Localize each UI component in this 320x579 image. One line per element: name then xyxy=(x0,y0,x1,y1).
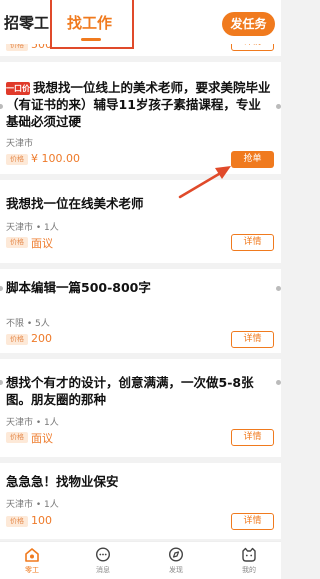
price-label-tag: 价格 xyxy=(6,237,28,248)
job-card[interactable]: 我想找一位在线美术老师 天津市 • 1人 价格 面议 详情 xyxy=(0,180,281,263)
price-label-tag: 价格 xyxy=(6,44,28,51)
price-label-tag: 价格 xyxy=(6,154,28,165)
detail-button[interactable]: 详情 xyxy=(231,513,274,530)
grab-order-button[interactable]: 抢单 xyxy=(231,151,274,168)
chat-icon xyxy=(95,547,111,562)
job-title: 我想找一位在线美术老师 xyxy=(6,196,144,211)
price-value: 200 xyxy=(31,332,52,345)
active-tab-indicator xyxy=(81,38,101,41)
scroll-dot xyxy=(276,380,281,385)
tab-messages[interactable]: 消息 xyxy=(78,546,128,575)
cat-face-icon xyxy=(242,547,256,562)
detail-button[interactable]: 详情 xyxy=(231,331,274,348)
job-location: 天津市 • 1人 xyxy=(6,223,59,233)
job-card[interactable]: 一口价 我想找一位线上的美术老师，要求美院毕业（有证书的来）辅导11岁孩子素描课程… xyxy=(0,62,281,174)
price-value: 面议 xyxy=(31,237,53,250)
detail-button[interactable]: 详情 xyxy=(231,44,274,51)
detail-button[interactable]: 详情 xyxy=(231,234,274,251)
price-label-tag: 价格 xyxy=(6,432,28,443)
job-title: 急急急！找物业保安 xyxy=(6,474,119,489)
job-location: 不限 • 5人 xyxy=(6,319,50,329)
tab-find-work[interactable]: 找工作 xyxy=(67,12,112,33)
job-location: 天津市 • 1人 xyxy=(6,500,59,510)
bottom-tab-bar: 零工 消息 发现 我的 xyxy=(0,541,281,579)
job-title: 想找个有才的设计，创意满满，一次做5-8张图。朋友圈的那种 xyxy=(6,375,254,407)
tab-discover[interactable]: 发现 xyxy=(151,546,201,575)
detail-button[interactable]: 详情 xyxy=(231,429,274,446)
tab-label: 零工 xyxy=(25,566,39,574)
job-title: 一口价 我想找一位线上的美术老师，要求美院毕业（有证书的来）辅导11岁孩子素描课程… xyxy=(6,79,273,130)
compass-icon xyxy=(168,547,184,562)
job-title-text: 我想找一位线上的美术老师，要求美院毕业（有证书的来）辅导11岁孩子素描课程，专业… xyxy=(6,80,271,129)
tab-gig-work[interactable]: 零工 xyxy=(7,546,57,575)
scroll-dot xyxy=(276,286,281,291)
job-card[interactable]: 想找个有才的设计，创意满满，一次做5-8张图。朋友圈的那种 天津市 • 1人 价… xyxy=(0,359,281,457)
job-location: 天津市 • 1人 xyxy=(6,418,59,428)
scroll-dot xyxy=(276,104,281,109)
tab-label: 我的 xyxy=(242,566,256,574)
price-label-tag: 价格 xyxy=(6,334,28,345)
tab-profile[interactable]: 我的 xyxy=(224,546,274,575)
top-header: 招零工 找工作 发任务 xyxy=(0,0,281,49)
fixed-price-badge: 一口价 xyxy=(6,82,30,95)
job-card[interactable]: 脚本编辑一篇500-800字 不限 • 5人 价格 200 详情 xyxy=(0,269,281,353)
list-item-partial: 价格 500 详情 xyxy=(0,44,281,56)
price-value: ¥ 100.00 xyxy=(31,152,80,165)
tab-label: 消息 xyxy=(96,566,110,574)
post-task-button[interactable]: 发任务 xyxy=(222,12,275,36)
price-label-tag: 价格 xyxy=(6,516,28,527)
tab-label: 发现 xyxy=(169,566,183,574)
tab-find-highlight-box: 找工作 xyxy=(50,0,134,49)
price-value: 100 xyxy=(31,514,52,527)
price-value: 面议 xyxy=(31,432,53,445)
home-icon xyxy=(25,548,39,562)
price-value: 500 xyxy=(31,44,52,51)
job-title: 脚本编辑一篇500-800字 xyxy=(6,280,151,295)
tab-recruit[interactable]: 招零工 xyxy=(4,12,49,33)
job-card[interactable]: 急急急！找物业保安 天津市 • 1人 价格 100 详情 xyxy=(0,463,281,539)
job-location: 天津市 xyxy=(6,139,34,149)
